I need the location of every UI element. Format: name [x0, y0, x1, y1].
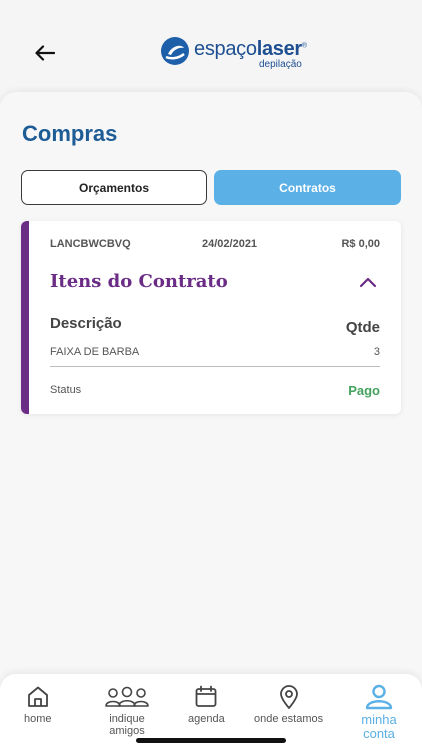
item-quantity: 3 — [373, 346, 380, 358]
logo-subtitle: depilação — [259, 59, 302, 70]
arrow-left-icon — [35, 45, 55, 61]
contract-code: LANCBWCBVQ — [50, 238, 131, 250]
tab-label: onde estamos — [254, 713, 324, 725]
page-title: Compras — [22, 121, 118, 146]
contract-price: R$ 0,00 — [341, 238, 380, 250]
contract-items-heading: Itens do Contrato — [50, 271, 228, 292]
tab-onde-estamos[interactable]: onde estamos — [254, 684, 323, 725]
quantity-header: Qtde — [345, 319, 380, 336]
app-header: espaçolaser® depilação — [0, 0, 422, 92]
status-badge: Pago — [348, 383, 380, 398]
tab-label: agenda — [188, 713, 225, 725]
tab-label: home — [24, 713, 52, 725]
calendar-icon — [195, 685, 217, 707]
contract-card: LANCBWCBVQ 24/02/2021 R$ 0,00 Itens do C… — [21, 221, 401, 414]
item-name: FAIXA DE BARBA — [50, 346, 140, 358]
logo-mark-icon — [161, 37, 189, 65]
tab-agenda[interactable]: agenda — [188, 684, 225, 725]
home-icon — [27, 686, 48, 707]
tab-home[interactable]: home — [24, 684, 52, 725]
home-indicator — [136, 738, 286, 743]
chevron-up-icon[interactable] — [359, 276, 377, 288]
tab-contratos[interactable]: Contratos — [214, 170, 401, 205]
tab-label: indique amigos — [109, 713, 145, 737]
user-icon — [365, 684, 393, 710]
tab-label: minha conta — [361, 712, 397, 741]
status-label: Status — [50, 384, 82, 396]
people-icon — [105, 686, 149, 707]
card-accent-bar — [21, 221, 29, 414]
tab-indique-amigos[interactable]: indique amigos — [100, 684, 154, 737]
tab-orcamentos[interactable]: Orçamentos — [21, 170, 207, 205]
brand-logo: espaçolaser® depilação — [160, 34, 320, 74]
divider — [50, 366, 380, 367]
logo-wordmark: espaçolaser® — [194, 38, 307, 60]
contract-date: 24/02/2021 — [202, 238, 258, 250]
description-header: Descrição — [50, 315, 122, 332]
back-button[interactable] — [30, 38, 60, 68]
location-pin-icon — [279, 685, 298, 709]
tab-minha-conta[interactable]: minha conta — [356, 684, 402, 741]
